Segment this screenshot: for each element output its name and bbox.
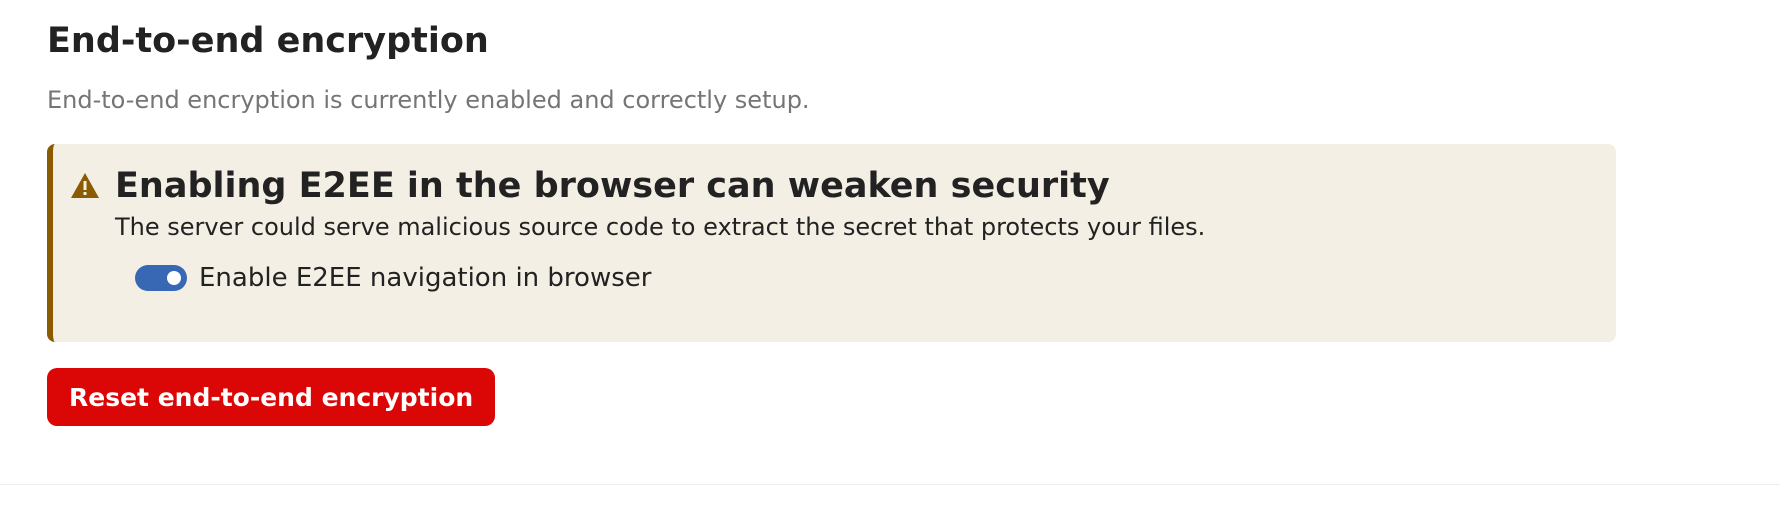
toggle-label: Enable E2EE navigation in browser <box>199 263 652 293</box>
section-description: End-to-end encryption is currently enabl… <box>47 86 810 114</box>
reset-e2ee-button[interactable]: Reset end-to-end encryption <box>47 368 496 426</box>
e2ee-browser-toggle[interactable] <box>135 265 187 291</box>
warning-text: The server could serve malicious source … <box>115 213 1206 241</box>
e2ee-browser-toggle-row[interactable]: Enable E2EE navigation in browser <box>135 262 1205 294</box>
warning-notecard: Enabling E2EE in the browser can weaken … <box>47 144 1616 342</box>
warning-heading: Enabling E2EE in the browser can weaken … <box>115 166 1110 206</box>
section-title: End-to-end encryption <box>47 21 489 61</box>
e2ee-settings-section: End-to-end encryption End-to-end encrypt… <box>0 0 1780 485</box>
warning-icon <box>71 173 99 198</box>
toggle-knob <box>167 271 181 285</box>
warning-body: Enabling E2EE in the browser can weaken … <box>115 164 1205 294</box>
